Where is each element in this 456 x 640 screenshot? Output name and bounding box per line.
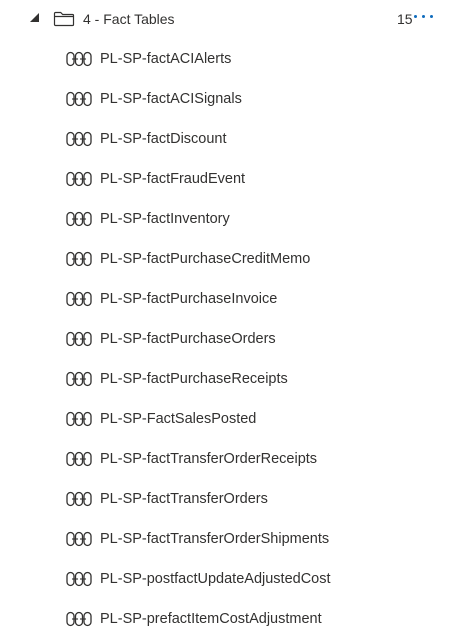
pipeline-item[interactable]: PL-SP-postfactUpdateAdjustedCost	[0, 560, 456, 600]
pipeline-item[interactable]: PL-SP-factPurchaseOrders	[0, 320, 456, 360]
pipeline-item[interactable]: PL-SP-factInventory	[0, 200, 456, 240]
pipeline-icon	[66, 51, 92, 67]
folder-row-fact-tables[interactable]: 4 - Fact Tables 15	[0, 0, 456, 38]
pipeline-item[interactable]: PL-SP-factTransferOrderReceipts	[0, 440, 456, 480]
folder-label: 4 - Fact Tables	[83, 11, 175, 27]
pipeline-icon	[66, 411, 92, 427]
pipeline-item[interactable]: PL-SP-prefactItemCostAdjustment	[0, 600, 456, 640]
pipeline-item-label: PL-SP-factACISignals	[100, 91, 242, 107]
pipeline-icon	[66, 611, 92, 627]
pipeline-item-label: PL-SP-factPurchaseCreditMemo	[100, 251, 311, 267]
pipeline-item[interactable]: PL-SP-factTransferOrderShipments	[0, 520, 456, 560]
pipeline-item-label: PL-SP-factInventory	[100, 211, 230, 227]
pipeline-item-label: PL-SP-factTransferOrderShipments	[100, 531, 330, 547]
pipeline-item-label: PL-SP-factACIAlerts	[100, 51, 232, 67]
pipeline-icon	[66, 571, 92, 587]
pipeline-icon	[66, 251, 92, 267]
pipeline-item-label: PL-SP-factTransferOrders	[100, 491, 268, 507]
pipeline-item-label: PL-SP-FactSalesPosted	[100, 411, 257, 427]
pipeline-tree: 4 - Fact Tables 15 PL-SP-factACIAlerts PL…	[0, 0, 456, 639]
pipeline-item-label: PL-SP-factPurchaseOrders	[100, 331, 276, 347]
pipeline-item-label: PL-SP-factFraudEvent	[100, 171, 246, 187]
pipeline-icon	[66, 331, 92, 347]
folder-icon	[53, 11, 75, 27]
pipeline-icon	[66, 211, 92, 227]
pipeline-icon	[66, 371, 92, 387]
pipeline-icon	[66, 171, 92, 187]
pipeline-item[interactable]: PL-SP-factACIAlerts	[0, 40, 456, 80]
pipeline-item[interactable]: PL-SP-factDiscount	[0, 120, 456, 160]
pipeline-icon	[66, 451, 92, 467]
pipeline-icon	[66, 291, 92, 307]
pipeline-item-label: PL-SP-factTransferOrderReceipts	[100, 451, 318, 467]
pipeline-list: PL-SP-factACIAlerts PL-SP-factACISignals P…	[0, 40, 456, 640]
more-options-icon[interactable]	[411, 10, 437, 24]
pipeline-icon	[66, 531, 92, 547]
pipeline-item[interactable]: PL-SP-factFraudEvent	[0, 160, 456, 200]
pipeline-item[interactable]: PL-SP-FactSalesPosted	[0, 400, 456, 440]
pipeline-icon	[66, 91, 92, 107]
pipeline-item[interactable]: PL-SP-factTransferOrders	[0, 480, 456, 520]
expand-caret-icon[interactable]	[30, 13, 39, 22]
pipeline-item-label: PL-SP-postfactUpdateAdjustedCost	[100, 571, 331, 587]
pipeline-item[interactable]: PL-SP-factACISignals	[0, 80, 456, 120]
pipeline-item[interactable]: PL-SP-factPurchaseInvoice	[0, 280, 456, 320]
pipeline-item-label: PL-SP-prefactItemCostAdjustment	[100, 611, 322, 627]
pipeline-item-label: PL-SP-factPurchaseReceipts	[100, 371, 288, 387]
pipeline-item-label: PL-SP-factPurchaseInvoice	[100, 291, 278, 307]
pipeline-item[interactable]: PL-SP-factPurchaseReceipts	[0, 360, 456, 400]
pipeline-icon	[66, 491, 92, 507]
pipeline-icon	[66, 131, 92, 147]
pipeline-item-label: PL-SP-factDiscount	[100, 131, 227, 147]
pipeline-item[interactable]: PL-SP-factPurchaseCreditMemo	[0, 240, 456, 280]
